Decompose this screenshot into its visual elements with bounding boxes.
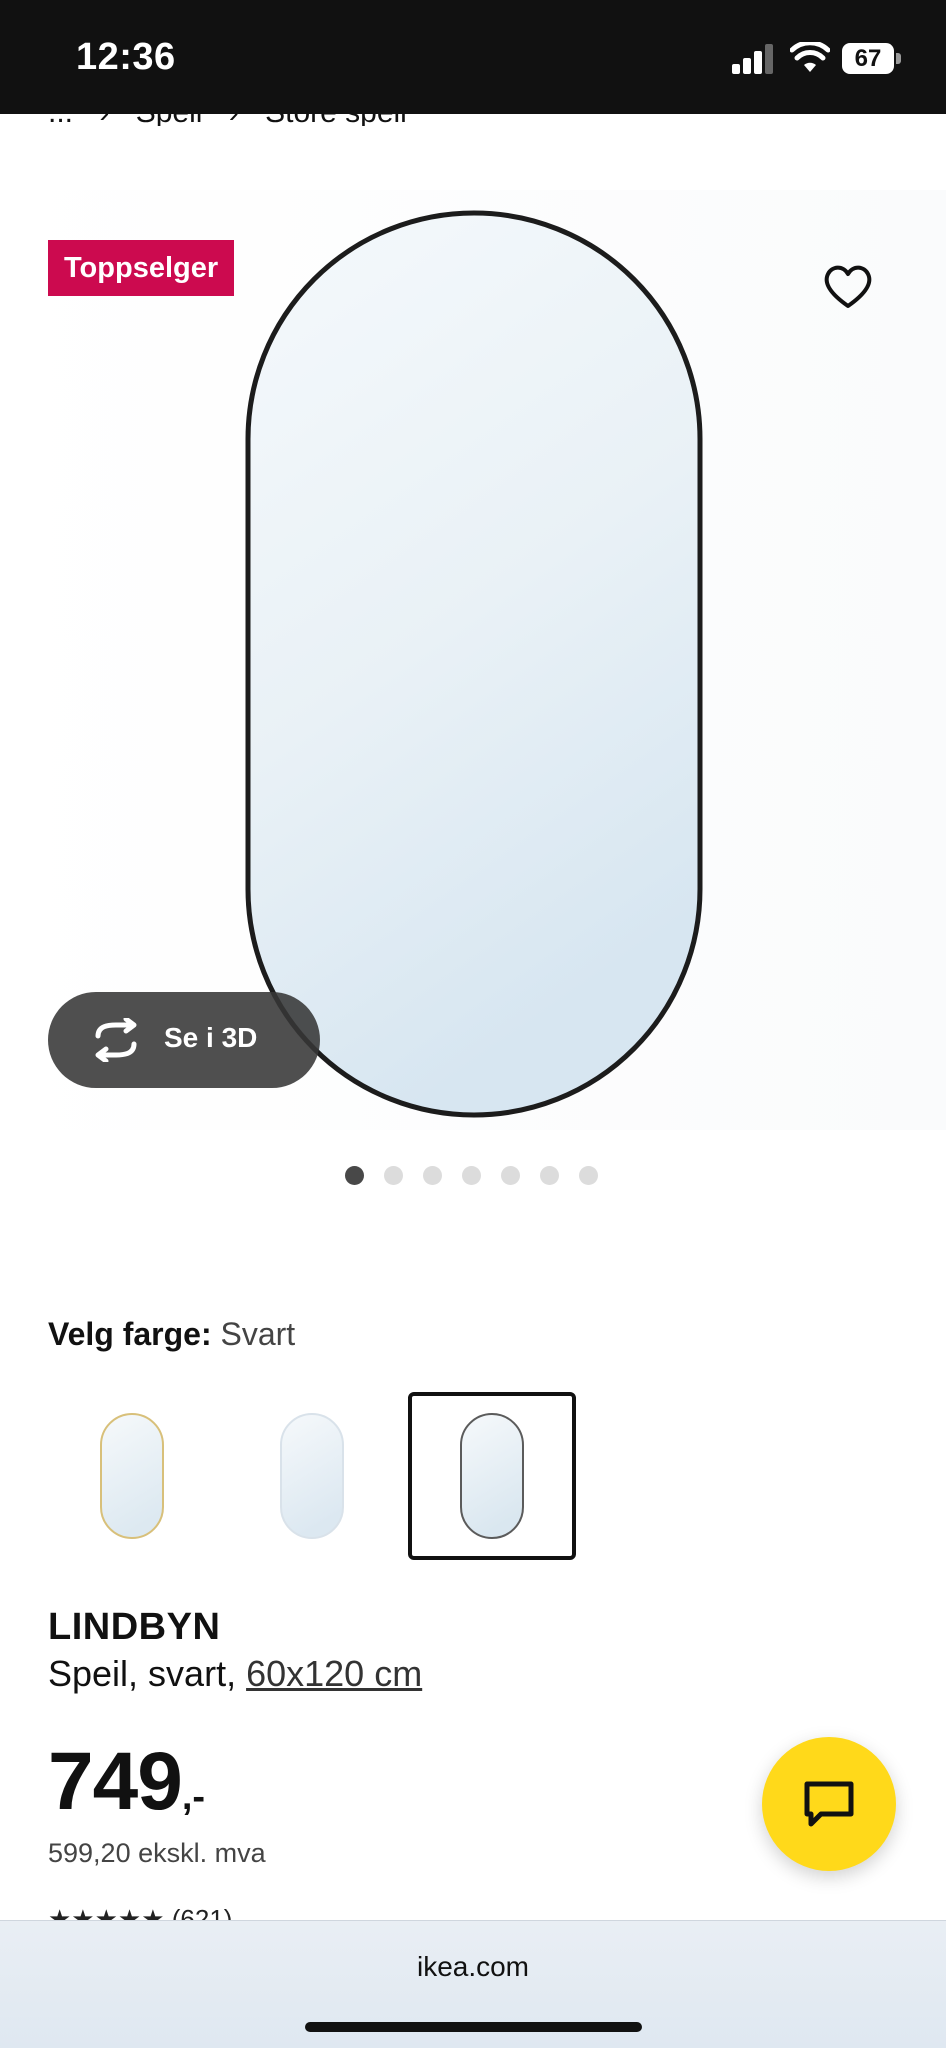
color-swatch-white[interactable] xyxy=(228,1392,396,1560)
rotate-3d-icon xyxy=(88,1016,144,1067)
pagination-dot[interactable] xyxy=(579,1166,598,1185)
chat-button[interactable] xyxy=(762,1737,896,1871)
view-in-3d-button[interactable]: Se i 3D xyxy=(48,992,320,1088)
pagination-dot[interactable] xyxy=(540,1166,559,1185)
product-name: LINDBYN xyxy=(48,1606,221,1648)
browser-address-bar[interactable]: ikea.com xyxy=(0,1920,946,2048)
url-text[interactable]: ikea.com xyxy=(0,1951,946,1983)
product-image-mirror[interactable] xyxy=(0,150,946,1130)
mirror-thumbnail-icon xyxy=(280,1413,344,1539)
battery-level: 67 xyxy=(842,43,894,74)
price-main: 749 xyxy=(48,1736,183,1827)
heart-icon xyxy=(824,265,872,308)
battery-icon: 67 xyxy=(842,43,901,74)
color-swatch-gold[interactable] xyxy=(48,1392,216,1560)
wifi-icon xyxy=(789,40,831,79)
mirror-thumbnail-icon xyxy=(100,1413,164,1539)
price-ex-vat: 599,20 ekskl. mva xyxy=(48,1838,266,1868)
selected-color-value: Svart xyxy=(220,1316,296,1352)
color-picker-label: Velg farge: Svart xyxy=(48,1316,296,1352)
pagination-dot[interactable] xyxy=(384,1166,403,1185)
product-gallery[interactable] xyxy=(0,150,946,1130)
mirror-thumbnail-icon xyxy=(460,1413,524,1539)
pagination-dot[interactable] xyxy=(345,1166,364,1185)
home-indicator[interactable] xyxy=(305,2022,642,2032)
size-link[interactable]: 60x120 cm xyxy=(246,1653,422,1694)
product-description: Speil, svart, 60x120 cm xyxy=(48,1653,423,1694)
color-swatch-black[interactable] xyxy=(408,1392,576,1560)
pagination-dot[interactable] xyxy=(462,1166,481,1185)
cellular-signal-icon xyxy=(732,44,776,79)
price-suffix: ,- xyxy=(181,1776,206,1818)
pagination-dot[interactable] xyxy=(423,1166,442,1185)
product-price: 749,- xyxy=(48,1735,205,1829)
pagination-dot[interactable] xyxy=(501,1166,520,1185)
status-time: 12:36 xyxy=(76,36,176,78)
favorite-button[interactable] xyxy=(818,256,878,316)
view-in-3d-label: Se i 3D xyxy=(164,1022,258,1053)
image-pagination-dots xyxy=(340,1166,610,1186)
chat-bubble-icon xyxy=(804,1781,854,1827)
rating-row-partial: ★★★★★ (621) xyxy=(48,1906,232,1920)
top-seller-badge: Toppselger xyxy=(48,240,235,296)
status-bar: 12:36 67 xyxy=(0,0,946,114)
